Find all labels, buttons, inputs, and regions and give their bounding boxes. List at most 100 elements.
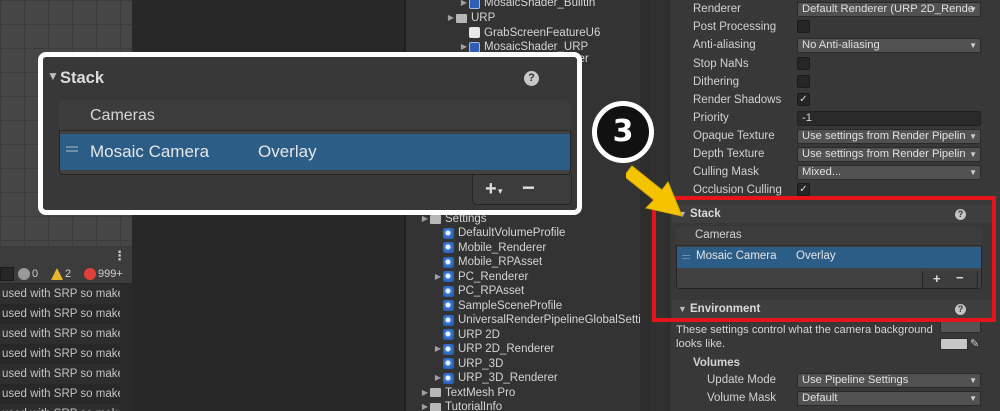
tree-row[interactable]: ▶ PC_Renderer [433, 270, 528, 285]
depth-texture-value: Use settings from Render Pipelin [802, 148, 966, 160]
callout-list-header-label: Cameras [90, 107, 155, 124]
chevron-down-icon: ▼ [969, 150, 977, 159]
update-mode-dropdown[interactable]: Use Pipeline Settings ▼ [797, 373, 981, 388]
depth-texture-dropdown[interactable]: Use settings from Render Pipelin ▼ [797, 147, 981, 162]
tree-row[interactable]: ▶ MosaicShader_Builtin [459, 0, 595, 11]
tree-row[interactable]: URP 2D [433, 328, 500, 343]
tree-row-label: TextMesh Pro [445, 386, 516, 399]
render-shadows-checkbox[interactable]: ✓ [797, 93, 810, 106]
eyedropper-icon[interactable]: ✎ [970, 337, 979, 350]
background-color-swatch[interactable] [940, 338, 968, 350]
callout-camera-type: Overlay [258, 142, 317, 161]
chevron-down-icon: ▼ [969, 394, 977, 403]
console-log-row[interactable]: used with SRP so make [0, 384, 132, 404]
expand-arrow-icon[interactable]: ▶ [433, 371, 443, 386]
renderer-dropdown[interactable]: Default Renderer (URP 2D_Rende ▼ [797, 2, 981, 17]
console-log-row[interactable]: used with SRP so make [0, 364, 132, 384]
tree-row[interactable]: ▶ URP_3D_Renderer [433, 371, 558, 386]
tree-row[interactable]: Mobile_RPAsset [433, 255, 542, 270]
asset-icon [443, 358, 454, 370]
console-log-row[interactable]: used with SRP so make [0, 404, 132, 411]
tree-row-label: URP 2D [458, 328, 500, 341]
asset-icon [443, 256, 454, 268]
priority-field[interactable]: -1 [797, 111, 981, 126]
opaque-texture-label: Opaque Texture [693, 130, 775, 142]
opaque-texture-value: Use settings from Render Pipelin [802, 130, 966, 142]
priority-label: Priority [693, 112, 729, 124]
render-shadows-label: Render Shadows [693, 94, 782, 106]
culling-mask-dropdown[interactable]: Mixed... ▼ [797, 165, 981, 180]
renderer-label: Renderer [693, 3, 741, 15]
console-info-toggle[interactable]: 0 [18, 266, 38, 282]
tree-row-label: SampleSceneProfile [458, 299, 563, 312]
chevron-down-icon: ▼ [969, 5, 977, 14]
post-processing-label: Post Processing [693, 21, 777, 33]
tree-row[interactable]: SampleSceneProfile [433, 299, 562, 314]
more-options-icon[interactable]: ⋮ [113, 248, 126, 264]
anti-aliasing-label: Anti-aliasing [693, 39, 756, 51]
tree-row[interactable]: UniversalRenderPipelineGlobalSettin [433, 313, 647, 328]
expand-arrow-icon[interactable]: ▶ [420, 400, 430, 411]
folder-icon [430, 402, 441, 411]
tree-row[interactable]: ▶ URP 2D_Renderer [433, 342, 554, 357]
console-scrollbar[interactable] [120, 284, 132, 411]
asset-icon [443, 227, 454, 239]
asset-icon [443, 343, 454, 355]
shader-icon [469, 0, 480, 9]
expand-arrow-icon[interactable]: ▶ [446, 11, 456, 26]
tree-row[interactable]: Mobile_Renderer [433, 241, 546, 256]
drag-handle-icon [66, 146, 78, 152]
chevron-down-icon: ▼ [969, 132, 977, 141]
expand-arrow-icon[interactable]: ▶ [420, 386, 430, 401]
tree-row[interactable]: ▶ URP [446, 11, 495, 26]
checkmark-icon: ✓ [799, 184, 808, 195]
step-number-badge: 3 [592, 101, 654, 163]
error-icon [84, 268, 96, 280]
tree-row[interactable]: ▶ TextMesh Pro [420, 386, 515, 401]
info-icon [18, 268, 30, 280]
tree-row-label: Mobile_Renderer [458, 241, 547, 254]
anti-aliasing-dropdown[interactable]: No Anti-aliasing ▼ [797, 38, 981, 53]
occlusion-culling-checkbox[interactable]: ✓ [797, 183, 810, 196]
console-log-row[interactable]: used with SRP so make [0, 304, 132, 324]
asset-icon [443, 271, 454, 283]
tree-row[interactable]: PC_RPAsset [433, 284, 524, 299]
tree-row-label: URP [471, 12, 496, 24]
console-log-row[interactable]: used with SRP so make [0, 324, 132, 344]
asset-icon [443, 372, 454, 384]
environment-description: These settings control what the camera b… [676, 324, 933, 350]
volume-mask-dropdown[interactable]: Default ▼ [797, 391, 981, 406]
volume-mask-value: Default [802, 392, 838, 404]
expand-arrow-icon[interactable]: ▶ [433, 270, 443, 285]
tree-row[interactable]: GrabScreenFeatureU6 [459, 26, 600, 41]
console-log-row[interactable]: used with SRP so make [0, 344, 132, 364]
callout-add-button: + [485, 178, 497, 200]
tree-row[interactable]: ▶ TutorialInfo [420, 400, 502, 411]
highlight-box [652, 196, 996, 322]
post-processing-checkbox[interactable] [797, 20, 810, 33]
chevron-down-icon: ▼ [969, 376, 977, 385]
console-log-row[interactable]: used with SRP so make [0, 284, 132, 304]
expand-arrow-icon[interactable]: ▶ [433, 342, 443, 357]
expand-arrow-icon[interactable]: ▶ [459, 0, 469, 11]
console-error-toggle[interactable]: 999+ [84, 266, 123, 282]
foldout-arrow-icon: ▼ [47, 69, 59, 83]
dithering-checkbox[interactable] [797, 75, 810, 88]
tree-row-label: URP_3D_Renderer [458, 372, 558, 384]
console-warning-toggle[interactable]: 2 [51, 266, 71, 282]
asset-icon [443, 329, 454, 341]
dithering-label: Dithering [693, 76, 740, 88]
chevron-down-icon: ▼ [969, 41, 977, 50]
stop-nans-checkbox[interactable] [797, 57, 810, 70]
dropdown-marker-icon: ▾ [498, 186, 503, 196]
renderer-value: Default Renderer (URP 2D_Rende [802, 3, 975, 15]
opaque-texture-dropdown[interactable]: Use settings from Render Pipelin ▼ [797, 129, 981, 144]
stop-nans-label: Stop NaNs [693, 58, 749, 70]
folder-icon [430, 388, 441, 398]
folder-icon [430, 214, 441, 224]
update-mode-value: Use Pipeline Settings [802, 374, 909, 386]
tree-row[interactable]: URP_3D [433, 357, 503, 372]
tree-row-label: PC_RPAsset [458, 285, 525, 297]
console-search-field[interactable] [0, 267, 14, 281]
tree-row[interactable]: DefaultVolumeProfile [433, 226, 565, 241]
